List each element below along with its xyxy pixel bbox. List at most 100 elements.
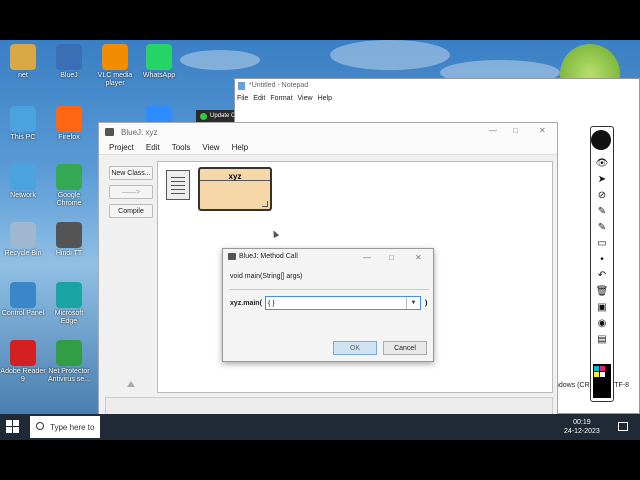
new-class-button[interactable]: New Class... (109, 166, 153, 180)
notepad-menubar: File Edit Format View Help (235, 93, 639, 106)
desktop-icon-label: net (18, 72, 28, 79)
desktop-icon-net[interactable]: net (0, 44, 46, 80)
notepad-menu-edit[interactable]: Edit (253, 95, 265, 106)
desktop-icon-control-panel-icon (10, 282, 36, 308)
desktop-icon-label: Control Panel (1, 310, 45, 317)
desktop-icon-label: Network (10, 192, 36, 199)
eraser-icon[interactable]: ▭ (591, 235, 613, 251)
white-swatch[interactable] (600, 372, 605, 377)
desktop-icon-adobe-reader-icon (10, 340, 36, 366)
desktop-icon-edge-icon (56, 282, 82, 308)
cancel-button[interactable]: Cancel (383, 341, 427, 355)
notepad-menu-file[interactable]: File (237, 95, 248, 106)
desktop-icon-recycle-bin[interactable]: Recycle Bin (0, 222, 46, 258)
desktop-icon-net-protector-icon (56, 340, 82, 366)
class-box-name: xyz (200, 169, 270, 181)
method-call-suffix: ) (425, 300, 428, 307)
windows-start-icon[interactable] (6, 420, 20, 434)
notepad-status-encoding: ndows (CRL (555, 382, 594, 389)
taskbar-search-box[interactable]: Type here to (30, 416, 100, 438)
method-call-dialog[interactable]: BlueJ: Method Call — □ ✕ void main(Strin… (222, 248, 434, 362)
chevron-down-icon[interactable]: ▼ (406, 297, 420, 309)
eye-icon[interactable]: 👁 (591, 155, 613, 171)
desktop-icon-adobe-reader[interactable]: Adobe Reader 9 (0, 340, 46, 384)
mouse-cursor-icon (270, 229, 280, 238)
dialog-maximize-button[interactable]: □ (389, 253, 394, 262)
desktop-icon-vlc[interactable]: VLC media player (92, 44, 138, 88)
desktop-icon-bluej[interactable]: BlueJ (46, 44, 92, 80)
desktop-icon-control-panel[interactable]: Control Panel (0, 282, 46, 318)
dialog-title: BlueJ: Method Call (239, 253, 298, 260)
method-call-prefix: xyz.main( (230, 300, 262, 307)
desktop-icon-this-pc[interactable]: This PC (0, 106, 46, 142)
bluej-minimize-button[interactable]: — (489, 126, 497, 135)
pen-icon[interactable]: ✎ (591, 203, 613, 219)
black-letterbox-top (0, 0, 640, 40)
desktop-icon-label: Net Protector Antivirus se... (47, 368, 90, 383)
camera-icon[interactable]: ◉ (591, 315, 613, 331)
bluej-menu-help[interactable]: Help (232, 143, 248, 154)
bluej-menu-view[interactable]: View (202, 143, 219, 154)
readme-document-icon[interactable] (166, 170, 190, 200)
notepad-menu-help[interactable]: Help (318, 95, 332, 106)
annotation-toolbar-logo[interactable] (591, 130, 611, 150)
ok-button[interactable]: OK (333, 341, 377, 355)
no-pen-icon[interactable]: ⊘ (591, 187, 613, 203)
dialog-app-icon (228, 253, 236, 260)
desktop-icon-firefox[interactable]: Firefox (46, 106, 92, 142)
desktop-icon-label: Firefox (58, 134, 80, 141)
class-box-xyz[interactable]: xyz (198, 167, 272, 211)
desktop-icon-net-icon (10, 44, 36, 70)
desktop-icon-label: Microsoft Edge (54, 310, 84, 325)
desktop-icon-firefox-icon (56, 106, 82, 132)
desktop-icon-whatsapp[interactable]: WhatsApp (136, 44, 182, 80)
clipboard-icon[interactable]: ▤ (591, 331, 613, 347)
desktop-icon-network-icon (10, 164, 36, 190)
desktop-icon-edge[interactable]: Microsoft Edge (46, 282, 92, 326)
desktop-icon-hindi-tt[interactable]: Hindi TT (46, 222, 92, 258)
cloud (180, 50, 260, 70)
bluej-titlebar[interactable]: BlueJ: xyz — □ ✕ (99, 123, 557, 141)
color-palette[interactable] (593, 364, 611, 398)
notepad-menu-view[interactable]: View (298, 95, 313, 106)
notification-icon[interactable] (618, 422, 628, 431)
bluej-menu-edit[interactable]: Edit (146, 143, 160, 154)
bluej-app-icon (105, 128, 114, 136)
desktop-icon-label: Hindi TT (55, 250, 83, 257)
dot-icon[interactable]: • (591, 251, 613, 267)
screen-icon[interactable]: ▣ (591, 299, 613, 315)
desktop-icon-net-protector[interactable]: Net Protector Antivirus se... (46, 340, 92, 384)
bluej-title: BlueJ: xyz (121, 128, 158, 137)
pointer-icon[interactable]: ➤ (591, 171, 613, 187)
desktop-icon-label: Google Chrome (56, 192, 82, 207)
desktop-icon-hindi-tt-icon (56, 222, 82, 248)
highlighter-icon[interactable]: ✎ (591, 219, 613, 235)
argument-input[interactable] (268, 298, 406, 308)
desktop-icon-label: Recycle Bin (4, 250, 42, 257)
dialog-close-button[interactable]: ✕ (415, 253, 422, 262)
black-letterbox-bottom (0, 440, 640, 480)
trash-icon[interactable]: 🗑 (591, 283, 613, 299)
bluej-maximize-button[interactable]: □ (513, 126, 518, 135)
bluej-menu-tools[interactable]: Tools (172, 143, 191, 154)
notepad-menu-format[interactable]: Format (270, 95, 292, 106)
desktop-icon-whatsapp-icon (146, 44, 172, 70)
yellow-swatch[interactable] (594, 372, 599, 377)
bluej-menu-project[interactable]: Project (109, 143, 134, 154)
notepad-titlebar[interactable]: *Untitled - Notepad (235, 79, 639, 93)
undo-icon[interactable]: ↶ (591, 267, 613, 283)
search-icon (36, 422, 44, 430)
argument-combobox[interactable]: ▼ (265, 296, 421, 310)
desktop-icon-this-pc-icon (10, 106, 36, 132)
compile-button[interactable]: Compile (109, 204, 153, 218)
collapse-triangle-icon[interactable] (127, 381, 135, 387)
taskbar-clock[interactable]: 00:19 24-12-2023 (564, 418, 600, 436)
desktop-icon-network[interactable]: Network (0, 164, 46, 200)
uses-arrow-button[interactable]: ——> (109, 185, 153, 199)
desktop-icon-chrome[interactable]: Google Chrome (46, 164, 92, 208)
bluej-close-button[interactable]: ✕ (539, 126, 546, 135)
cyan-swatch[interactable] (594, 366, 599, 371)
magenta-swatch[interactable] (600, 366, 605, 371)
dialog-minimize-button[interactable]: — (363, 253, 371, 262)
dialog-titlebar[interactable]: BlueJ: Method Call — □ ✕ (223, 249, 433, 265)
